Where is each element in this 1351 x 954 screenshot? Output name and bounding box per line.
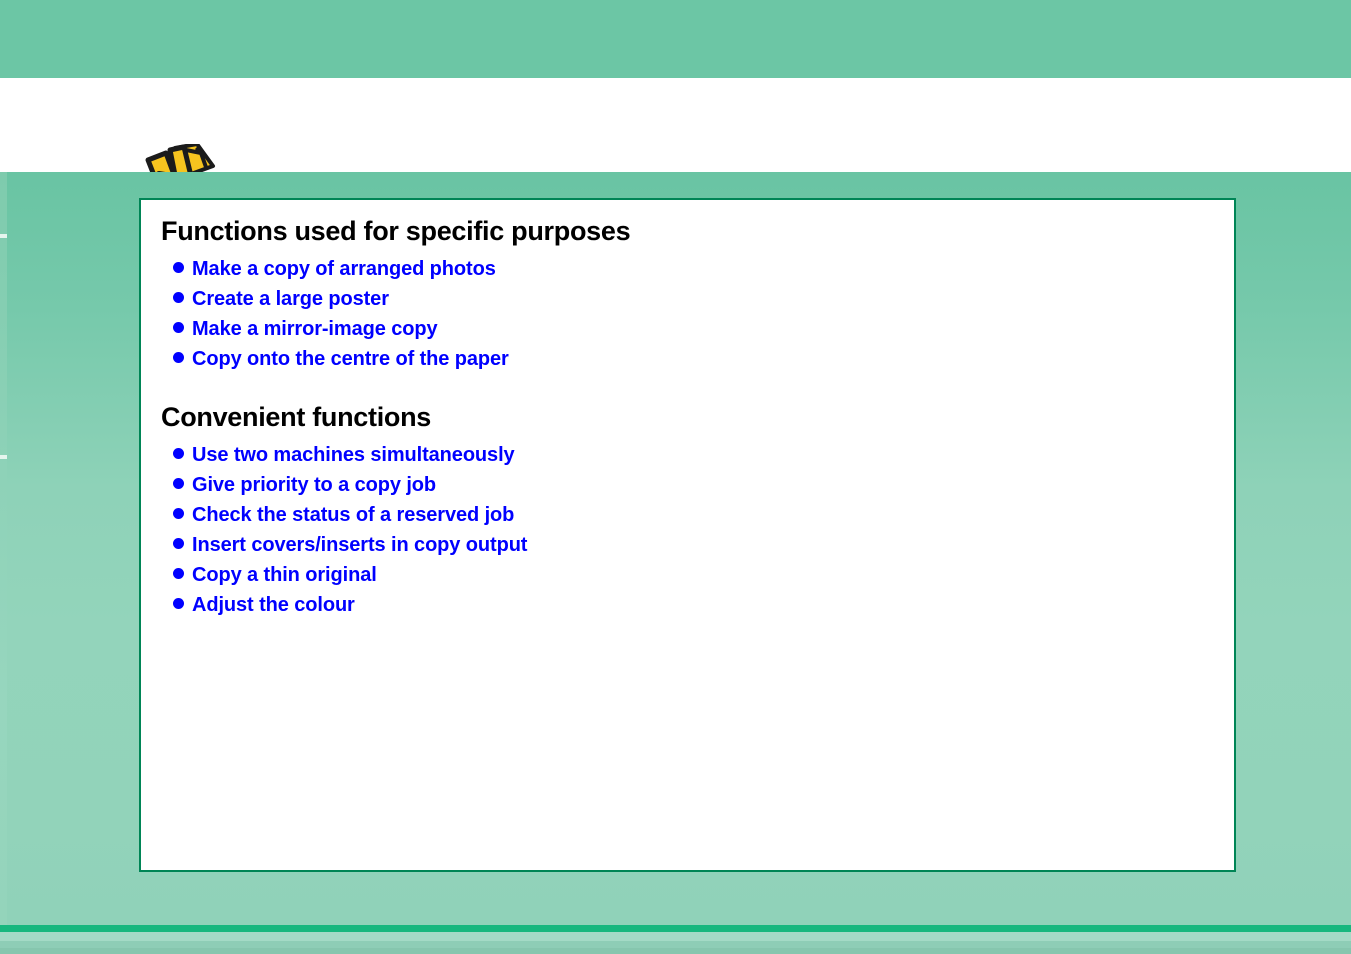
bullet-dot-icon [173, 508, 184, 519]
footer-rule-light [0, 932, 1351, 941]
footer-rule-dark [0, 925, 1351, 932]
top-green-band [0, 0, 1351, 78]
list-specific-purposes: Make a copy of arranged photos Create a … [161, 254, 1214, 374]
list-item[interactable]: Give priority to a copy job [161, 470, 1214, 500]
list-item[interactable]: Make a copy of arranged photos [161, 254, 1214, 284]
list-convenient-functions: Use two machines simultaneously Give pri… [161, 440, 1214, 620]
bullet-dot-icon [173, 322, 184, 333]
section-convenient-functions: Convenient functions Use two machines si… [161, 400, 1214, 620]
list-item-label: Insert covers/inserts in copy output [192, 534, 528, 556]
list-item-label: Copy a thin original [192, 564, 377, 586]
bullet-dot-icon [173, 292, 184, 303]
list-item[interactable]: Copy onto the centre of the paper [161, 344, 1214, 374]
list-item-label: Make a mirror-image copy [192, 318, 438, 340]
bullet-dot-icon [173, 538, 184, 549]
page-root: Other convenient functions Functions use… [0, 0, 1351, 954]
list-item-label: Create a large poster [192, 288, 389, 310]
list-item[interactable]: Adjust the colour [161, 590, 1214, 620]
left-rail-notch-bottom [0, 455, 7, 459]
list-item[interactable]: Create a large poster [161, 284, 1214, 314]
footer-rule-mid [0, 941, 1351, 948]
list-item[interactable]: Check the status of a reserved job [161, 500, 1214, 530]
list-item-label: Copy onto the centre of the paper [192, 348, 509, 370]
list-item-label: Check the status of a reserved job [192, 504, 515, 526]
header-strip: Other convenient functions [0, 78, 1351, 237]
bullet-dot-icon [173, 598, 184, 609]
content-card: Functions used for specific purposes Mak… [139, 198, 1236, 872]
list-item-label: Adjust the colour [192, 594, 355, 616]
footer-rule-last [0, 948, 1351, 954]
bullet-dot-icon [173, 478, 184, 489]
list-item-label: Make a copy of arranged photos [192, 258, 496, 280]
bullet-dot-icon [173, 448, 184, 459]
left-rail-notch-top [0, 234, 7, 238]
section-title-specific-purposes: Functions used for specific purposes [161, 216, 631, 246]
list-item-label: Use two machines simultaneously [192, 444, 515, 466]
bullet-dot-icon [173, 352, 184, 363]
bullet-dot-icon [173, 262, 184, 273]
list-item[interactable]: Copy a thin original [161, 560, 1214, 590]
list-item[interactable]: Insert covers/inserts in copy output [161, 530, 1214, 560]
list-item-label: Give priority to a copy job [192, 474, 437, 496]
list-item[interactable]: Make a mirror-image copy [161, 314, 1214, 344]
section-specific-purposes: Functions used for specific purposes Mak… [161, 214, 1214, 374]
bullet-dot-icon [173, 568, 184, 579]
left-rail [0, 172, 7, 927]
list-item[interactable]: Use two machines simultaneously [161, 440, 1214, 470]
section-title-convenient-functions: Convenient functions [161, 402, 431, 432]
